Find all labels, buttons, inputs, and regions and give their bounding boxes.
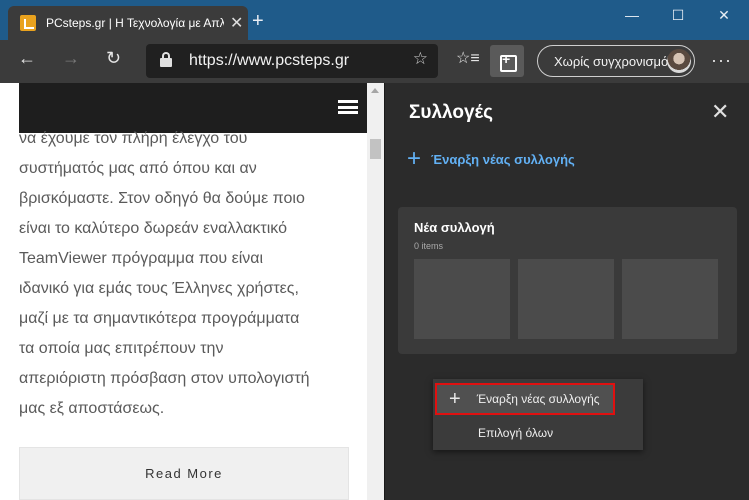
scrollbar-thumb[interactable] [370,139,381,159]
tab-title: PCsteps.gr | Η Τεχνολογία με Απλά Λόγια [46,16,224,30]
close-panel-icon[interactable]: ✕ [711,99,729,125]
address-bar[interactable]: https://www.pcsteps.gr ☆ [146,44,438,78]
read-more-button[interactable]: Read More [19,447,349,500]
profile-sync-button[interactable]: Χωρίς συγχρονισμό [537,45,695,77]
title-bar: PCsteps.gr | Η Τεχνολογία με Απλά Λόγια … [0,0,749,40]
article-line: βρισκόμαστε. Στον οδηγό θα δούμε ποιο [19,190,305,207]
back-arrow-icon[interactable]: ← [18,48,36,69]
article-line: μαζί με τα σημαντικότερα προγράμματα [19,310,300,327]
url-text: https://www.pcsteps.gr [189,52,350,69]
start-new-collection-label: Έναρξη νέας συλλογής [431,151,575,167]
window-close-icon[interactable]: ✕ [701,4,747,26]
maximize-icon[interactable]: ☐ [655,4,701,26]
page-scrollbar[interactable] [367,83,384,500]
toolbar: ← → ↻ https://www.pcsteps.gr ☆ ☆≡ Χωρίς … [0,40,749,83]
collection-item-count: 0 items [414,241,444,251]
collection-thumbnail [414,259,510,339]
article-line: τα οποία μας επιτρέπουν την [19,340,224,357]
menu-item-select-all[interactable]: Επιλογή όλων [478,426,553,440]
collection-card[interactable]: Νέα συλλογή 0 items [398,207,737,354]
panel-title: Συλλογές [409,102,493,123]
favorites-list-icon[interactable]: ☆≡ [456,48,480,68]
article-line: να έχουμε τον πλήρη έλεγχο του [19,130,248,147]
menu-item-start-new-collection[interactable]: + Έναρξη νέας συλλογής [435,383,615,415]
pcsteps-favicon-icon [20,15,36,31]
article-line: μας εξ αποστάσεως. [19,400,165,417]
start-new-collection-button[interactable]: + Έναρξη νέας συλλογής [407,145,575,172]
avatar [667,49,691,73]
collection-thumbnail [622,259,718,339]
more-options-icon[interactable]: ··· [711,50,732,71]
article-text: να έχουμε τον πλήρη έλεγχο του συστήματός… [19,124,359,424]
article-line: απεριόριστη πρόσβαση στον υπολογιστή [19,370,310,387]
menu-item-label: Έναρξη νέας συλλογής [476,392,600,406]
new-tab-plus-icon[interactable]: + [252,10,264,33]
article-line: TeamViewer πρόγραμμα που είναι [19,250,264,267]
article-line: είναι το καλύτερο δωρεάν εναλλακτικό [19,220,287,237]
article-line: συστήματός μας από όπου και αν [19,160,257,177]
plus-icon: + [407,145,422,172]
lock-icon [160,52,172,67]
collection-name: Νέα συλλογή [414,220,495,235]
plus-icon: + [449,388,461,410]
hamburger-menu-icon[interactable] [338,100,358,114]
sync-status-label: Χωρίς συγχρονισμό [554,54,669,69]
forward-arrow-icon[interactable]: → [62,48,80,69]
article-line: ιδανικό για εμάς τους Έλληνες χρήστες, [19,280,299,297]
collection-thumbnail [518,259,614,339]
web-page: να έχουμε τον πλήρη έλεγχο του συστήματός… [0,83,384,500]
close-tab-icon[interactable]: ✕ [230,13,243,33]
scroll-up-arrow-icon[interactable] [371,88,379,93]
browser-tab[interactable]: PCsteps.gr | Η Τεχνολογία με Απλά Λόγια … [8,6,248,40]
collections-icon[interactable] [490,45,524,77]
add-favorite-star-icon[interactable]: ☆ [413,49,428,69]
refresh-icon[interactable]: ↻ [106,48,121,69]
context-menu: + Έναρξη νέας συλλογής Επιλογή όλων [433,379,643,450]
minimize-icon[interactable]: — [609,4,655,26]
